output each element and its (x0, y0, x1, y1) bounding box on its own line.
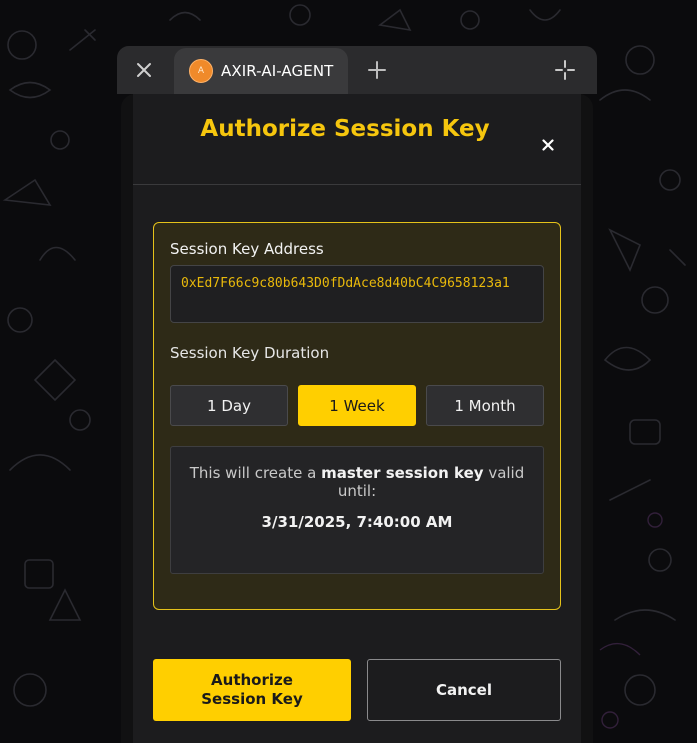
tab-title: AXIR-AI-AGENT (221, 62, 334, 80)
expand-button[interactable] (549, 54, 581, 86)
close-tab-button[interactable] (117, 46, 171, 94)
header-divider (133, 184, 581, 185)
browser-tab-bar: A AXIR-AI-AGENT (117, 46, 597, 94)
expiry-description: This will create a master session key va… (171, 464, 543, 500)
new-tab-button[interactable] (361, 54, 393, 86)
dialog-title: Authorize Session Key (200, 116, 490, 142)
info-prefix: This will create a (189, 464, 322, 482)
authorize-session-key-button[interactable]: Authorize Session Key (153, 659, 351, 721)
info-emphasis: master session key (321, 464, 484, 482)
expand-icon (555, 60, 575, 80)
dialog-close-button[interactable] (537, 134, 559, 156)
duration-1-month-button[interactable]: 1 Month (426, 385, 544, 426)
expiry-info-box: This will create a master session key va… (170, 446, 544, 574)
session-key-address-field[interactable]: 0xEd7F66c9c80b643D0fDdAce8d40bC4C9658123… (170, 265, 544, 323)
session-key-card: Session Key Address 0xEd7F66c9c80b643D0f… (153, 222, 561, 610)
app-favicon-icon: A (189, 59, 213, 83)
duration-1-week-button[interactable]: 1 Week (298, 385, 416, 426)
tab-axir-ai-agent[interactable]: A AXIR-AI-AGENT (174, 48, 348, 94)
expiry-date: 3/31/2025, 7:40:00 AM (261, 513, 453, 531)
address-label: Session Key Address (170, 240, 324, 258)
close-icon (542, 139, 554, 151)
favicon-letter: A (197, 66, 205, 76)
plus-icon (368, 61, 386, 79)
authorize-session-key-dialog: Authorize Session Key Session Key Addres… (133, 94, 581, 743)
cancel-button[interactable]: Cancel (367, 659, 561, 721)
duration-1-day-button[interactable]: 1 Day (170, 385, 288, 426)
duration-label: Session Key Duration (170, 344, 330, 362)
close-icon (137, 63, 151, 77)
